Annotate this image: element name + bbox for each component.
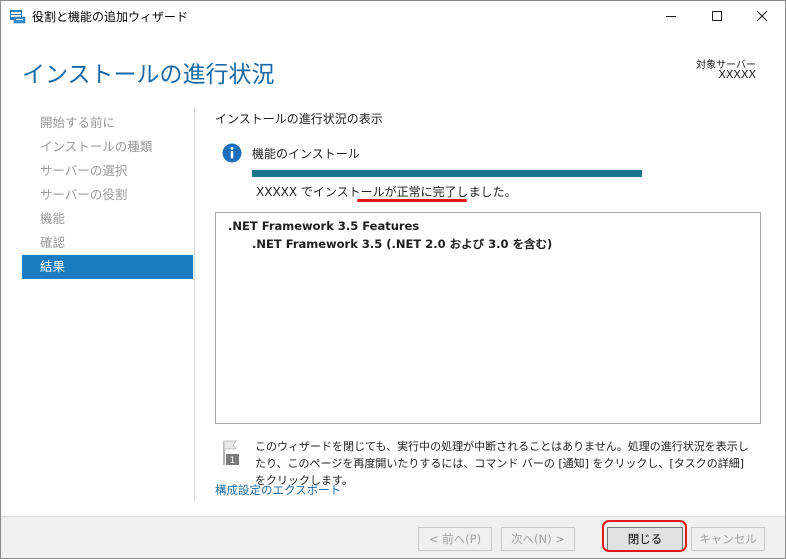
cancel-button[interactable]: キャンセル <box>691 527 765 551</box>
target-server-name: XXXXX <box>718 68 756 81</box>
previous-button[interactable]: < 前へ(P) <box>418 527 492 551</box>
server-manager-icon <box>10 10 26 24</box>
title-bar[interactable]: 役割と機能の追加ウィザード <box>1 1 785 31</box>
info-icon <box>222 143 242 163</box>
nav-item-confirmation: 確認 <box>40 235 66 250</box>
page-title: インストールの進行状況 <box>22 62 275 88</box>
maximize-button[interactable] <box>694 1 740 31</box>
nav-item-results[interactable]: 結果 <box>22 255 193 279</box>
feature-installation-status: 機能のインストール <box>252 147 360 161</box>
nav-item-features: 機能 <box>40 211 66 226</box>
close-icon <box>756 10 768 22</box>
section-title: インストールの進行状況の表示 <box>215 112 383 126</box>
red-underline-annotation <box>357 199 467 202</box>
installation-progress-bar <box>252 170 642 177</box>
nav-item-server-roles: サーバーの役割 <box>40 187 128 202</box>
next-button[interactable]: 次へ(N) > <box>501 527 575 551</box>
window-title: 役割と機能の追加ウィザード <box>32 10 189 24</box>
export-configuration-link[interactable]: 構成設定のエクスポート <box>215 482 341 498</box>
maximize-icon <box>712 11 722 21</box>
nav-item-before-you-begin: 開始する前に <box>40 115 116 130</box>
close-window-button[interactable] <box>739 1 785 31</box>
install-result-message: XXXXX でインストールが正常に完了しました。 <box>256 185 517 199</box>
minimize-icon <box>666 16 676 17</box>
nav-item-installation-type: インストールの種類 <box>40 139 153 154</box>
wizard-steps-nav: 開始する前に インストールの種類 サーバーの選択 サーバーの役割 機能 確認 結… <box>22 111 193 279</box>
result-feature-item: .NET Framework 3.5 Features <box>228 219 420 233</box>
notification-badge-number: 1 <box>230 456 236 466</box>
red-box-annotation <box>602 520 687 552</box>
flag-icon: 1 <box>223 440 239 466</box>
nav-divider <box>194 107 195 502</box>
progress-fill <box>252 170 642 177</box>
result-subfeature-item: .NET Framework 3.5 (.NET 2.0 および 3.0 を含む… <box>252 237 553 251</box>
installed-features-list[interactable]: .NET Framework 3.5 Features .NET Framewo… <box>215 212 761 424</box>
nav-item-server-selection: サーバーの選択 <box>40 163 128 178</box>
minimize-button[interactable] <box>648 1 694 31</box>
wizard-window: 役割と機能の追加ウィザード インストールの進行状況 対象サーバー XXXXX 開… <box>0 0 786 559</box>
